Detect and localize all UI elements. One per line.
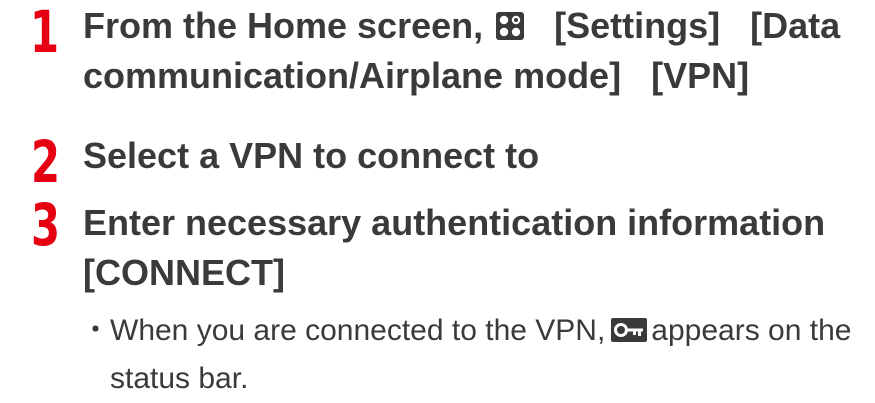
vpn-key-icon — [611, 309, 648, 342]
step-3-line-1: Enter necessary authentication informati… — [83, 202, 826, 243]
step-1-line-2: communication/Airplane mode] [VPN] — [83, 51, 840, 101]
step-1-home-screen: From the Home screen, — [83, 5, 484, 46]
step-2-line-1: Select a VPN to connect to — [83, 135, 540, 176]
step-1-airplane-mode: communication/Airplane mode] — [83, 55, 622, 96]
note-text-before: When you are connected to the VPN, — [110, 314, 606, 347]
note-line-2: status bar. — [110, 362, 249, 395]
step-1-settings: [Settings] — [554, 5, 721, 46]
step-1-vpn: [VPN] — [651, 55, 750, 96]
note-line-1: ･ When you are connected to the VPN, appe… — [88, 314, 851, 347]
note-text-after: appears on the — [651, 314, 852, 347]
step-2-text: Select a VPN to connect to — [83, 131, 539, 181]
step-1-data: [Data — [750, 5, 841, 46]
step-number-3: 3 — [31, 191, 61, 259]
connection-note: ･ When you are connected to the VPN, appe… — [88, 307, 851, 403]
step-1-line-1: From the Home screen, [Settings] [Data — [83, 1, 840, 51]
step-3-text: Enter necessary authentication informati… — [83, 198, 825, 298]
note-bullet: ･ — [88, 314, 103, 347]
step-number-2: 2 — [31, 128, 61, 196]
step-number-1: 1 — [30, 0, 60, 66]
step-1-text: From the Home screen, [Settings] [Data co… — [83, 1, 840, 101]
step-3-line-2: [CONNECT] — [83, 252, 285, 293]
apps-grid-icon — [496, 3, 525, 40]
